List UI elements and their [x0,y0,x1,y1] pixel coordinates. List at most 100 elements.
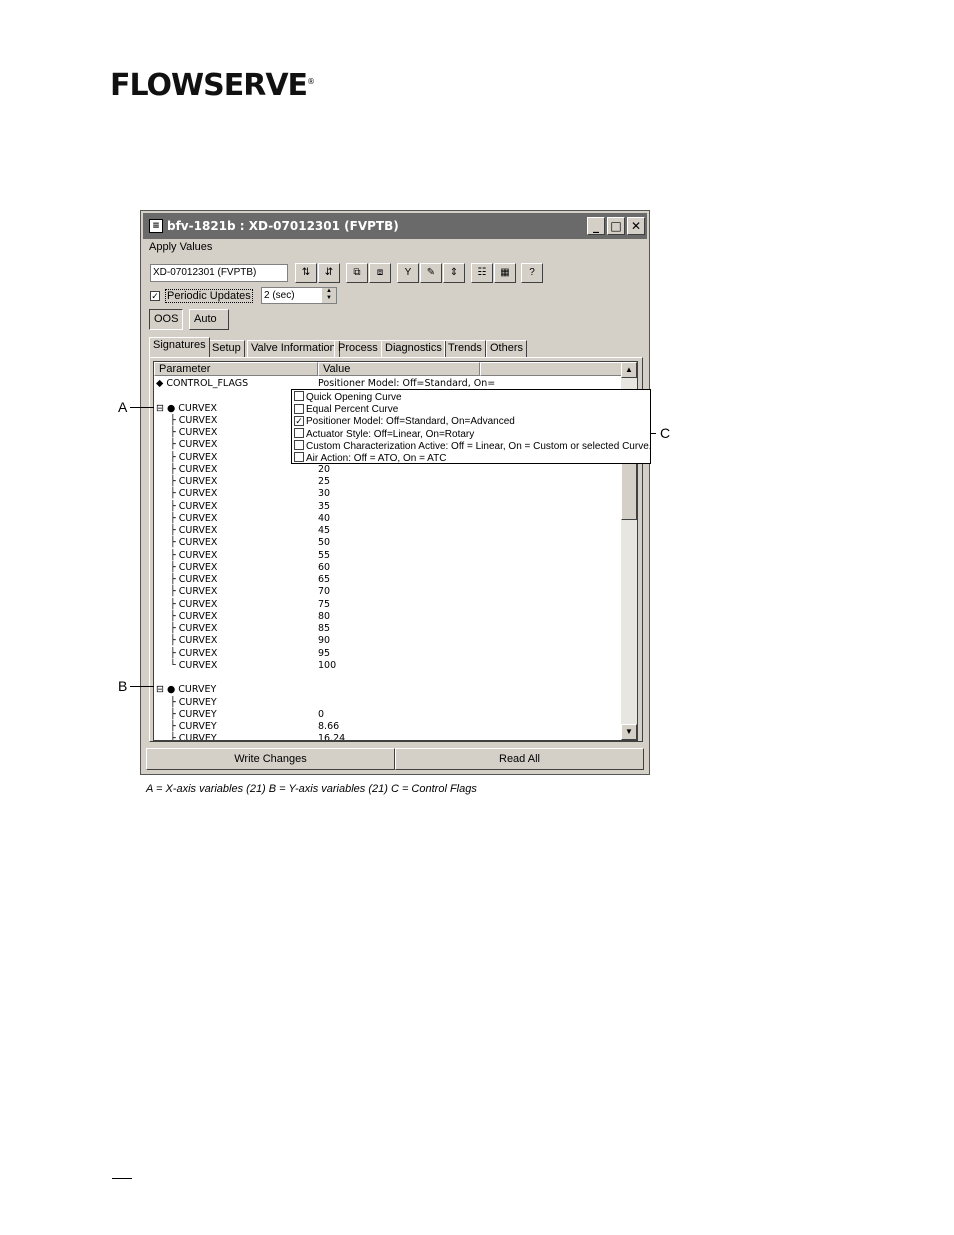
menu-apply-values[interactable]: Apply Values [149,241,212,253]
parameter-value: 75 [318,598,331,610]
write-changes-button[interactable]: Write Changes [146,748,395,770]
callout-c: C [660,425,671,441]
tab-others[interactable]: Others [486,340,528,357]
tree-branch-icon: ├ [170,733,179,741]
tab-trends[interactable]: Trends [444,340,486,357]
device-combo[interactable]: XD-07012301 (FVPTB) [150,264,288,282]
grid-view-icon[interactable]: ▦ [494,263,516,283]
parameter-value: 50 [318,537,331,549]
parameter-value: 0 [318,708,325,720]
parameter-label: CURVEX [178,549,218,561]
maximize-icon[interactable]: □ [607,217,625,235]
unchecked-checkbox[interactable] [294,391,304,402]
oos-button[interactable]: OOS [149,309,184,330]
parameter-label: CURVEX [178,598,218,610]
parameter-label: CURVEX [178,427,218,438]
tree-branch-icon: ├ [170,427,179,438]
read-all-button[interactable]: Read All [395,748,644,770]
parameter-value: 35 [318,500,331,512]
parameter-value: 60 [318,561,331,573]
callout-b-line [130,686,154,687]
parameter-name: ├ CURVEX [170,537,217,549]
tree-branch-icon: ├ [170,610,179,622]
figure-caption: A = X-axis variables (21) B = Y-axis var… [146,783,477,795]
tab-setup[interactable]: Setup [208,340,245,357]
collapse-icon[interactable]: ⊟ ● [156,403,178,414]
tree-branch-icon: ├ [170,549,179,561]
close-icon[interactable]: ✕ [627,217,645,235]
footer-rule [112,1178,132,1179]
parameter-label: CURVEX [178,659,218,671]
control-flag-item[interactable]: Air Action: Off = ATO, On = ATC [294,452,446,465]
control-flag-label: Equal Percent Curve [306,404,399,416]
control-flags-popup: Quick Opening Curve Equal Percent Curve ✓ P… [291,389,652,465]
collapse-icon[interactable]: ⊟ ● [156,684,178,695]
window-title: bfv-1821b : XD-07012301 (FVPTB) [167,219,399,233]
help-icon[interactable]: ? [521,263,543,283]
column-header-parameter[interactable]: Parameter [154,362,318,376]
filter-icon[interactable]: Y [397,263,419,283]
parameter-name: ├ CURVEX [170,599,217,611]
flowserve-logo: FLOWSERVE® [110,68,315,103]
edit-icon[interactable]: ✎ [420,263,442,283]
control-flag-item[interactable]: Actuator Style: Off=Linear, On=Rotary [294,427,475,441]
tree-branch-icon: ├ [170,574,179,585]
title-bar[interactable]: ≡ bfv-1821b : XD-07012301 (FVPTB) _ □ ✕ [143,213,647,239]
parameter-label: CURVEY [178,708,217,720]
upload-icon[interactable]: ⇅ [295,263,317,283]
column-header-value[interactable]: Value [318,362,480,376]
unchecked-checkbox[interactable] [294,452,304,463]
periodic-updates-checkbox[interactable]: ✓ [150,291,160,301]
tree-branch-icon: ├ [170,561,179,573]
sort-icon[interactable]: ⇕ [443,263,465,283]
control-flag-item[interactable]: ✓ Positioner Model: Off=Standard, On=Adva… [294,415,515,428]
control-flag-label: Custom Characterization Active: Off = Li… [306,440,652,452]
tree-branch-icon: ├ [170,439,179,451]
scroll-down-icon[interactable]: ▼ [621,724,637,740]
tab-valve-information[interactable]: Valve Information [247,340,340,357]
checked-checkbox[interactable]: ✓ [294,415,304,426]
tree-branch-icon: ├ [170,635,179,647]
parameter-label: CURVEY [178,733,217,741]
minimize-icon[interactable]: _ [587,217,605,235]
unchecked-checkbox[interactable] [294,440,304,451]
download-icon[interactable]: ⇵ [318,263,340,283]
list-view-icon[interactable]: ☷ [471,263,493,283]
tree-branch-icon: ├ [170,708,179,720]
parameter-name: ├ CURVEX [170,488,217,500]
tree-branch-icon: ├ [170,537,179,549]
parameter-label: CURVEX [178,500,218,512]
parameter-label: CURVEX [178,488,218,500]
scroll-up-icon[interactable]: ▲ [621,362,637,378]
paste-icon[interactable]: ⧈ [369,263,391,283]
spinner-arrows-icon[interactable]: ▲ ▼ [322,288,336,303]
parameter-name: ⊟ ● CURVEY [156,684,216,696]
parameter-label: CURVEY [178,696,217,708]
parameter-value: 25 [318,476,331,487]
parameter-value: 30 [318,488,331,500]
parameter-name: ├ CURVEY [170,733,217,741]
unchecked-checkbox[interactable] [294,403,304,414]
interval-spinner[interactable]: 2 (sec) ▲ ▼ [261,287,337,304]
control-flag-item[interactable]: Quick Opening Curve [294,391,402,404]
tab-signatures[interactable]: Signatures [149,337,210,357]
tab-diagnostics[interactable]: Diagnostics [381,340,446,357]
parameter-name: ├ CURVEY [170,709,217,721]
parameter-value: 20 [318,463,331,475]
parameter-label: CURVEY [178,684,217,696]
auto-button[interactable]: Auto [189,309,229,330]
control-flag-item[interactable]: Equal Percent Curve [294,403,399,416]
column-header-blank [480,362,623,376]
tab-process[interactable]: Process [334,340,382,357]
parameter-label: CURVEX [178,635,218,647]
parameter-name: ├ CURVEY [170,721,217,733]
tree-branch-icon: ├ [170,512,179,524]
copy-icon[interactable]: ⧉ [346,263,368,283]
unchecked-checkbox[interactable] [294,427,304,438]
parameter-name: ├ CURVEX [170,476,217,488]
control-flag-label: Actuator Style: Off=Linear, On=Rotary [306,428,475,440]
control-flag-label: Positioner Model: Off=Standard, On=Advan… [306,416,515,428]
control-flag-item[interactable]: Custom Characterization Active: Off = Li… [294,440,652,453]
parameter-name: ├ CURVEX [170,574,217,586]
tree-branch-icon: ├ [170,586,179,598]
